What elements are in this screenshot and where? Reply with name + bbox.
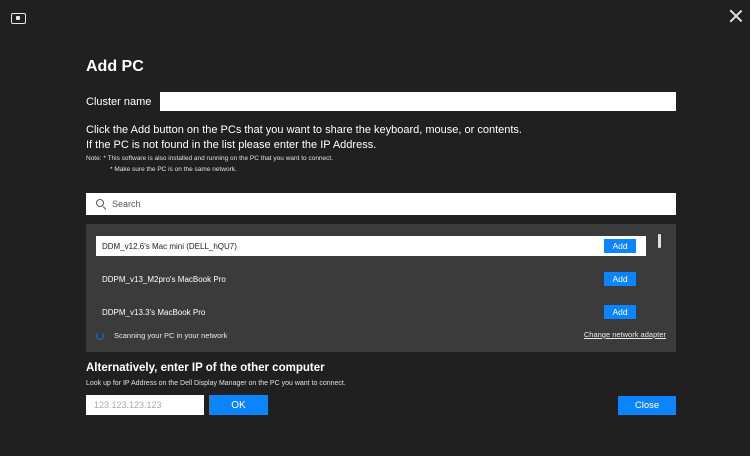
add-button[interactable]: Add [604, 305, 636, 319]
scrollbar[interactable] [658, 234, 661, 248]
scan-status: Scanning your PC in your network [96, 331, 227, 340]
instruction-line-2: If the PC is not found in the list pleas… [86, 139, 377, 151]
monitor-icon [11, 13, 26, 24]
change-network-adapter-link[interactable]: Change network adapter [584, 330, 666, 339]
page-title: Add PC [86, 58, 144, 75]
ok-button[interactable]: OK [209, 395, 268, 415]
loading-spinner-icon [96, 331, 104, 340]
cluster-name-label: Cluster name [86, 96, 152, 108]
list-item[interactable]: DDM_v12.6's Mac mini (DELL_hQU7) Add [96, 236, 646, 256]
search-input[interactable]: Search [86, 193, 676, 215]
pc-name: DDPM_v13_M2pro's MacBook Pro [102, 274, 226, 284]
search-placeholder: Search [112, 199, 141, 209]
list-item[interactable]: DDPM_v13_M2pro's MacBook Pro Add [96, 269, 646, 289]
pc-list: DDM_v12.6's Mac mini (DELL_hQU7) Add DDP… [86, 224, 676, 352]
alternative-title: Alternatively, enter IP of the other com… [86, 362, 325, 374]
note-line-2: * Make sure the PC is on the same networ… [110, 166, 237, 173]
add-button[interactable]: Add [604, 272, 636, 286]
cluster-name-input[interactable] [160, 92, 676, 111]
pc-name: DDM_v12.6's Mac mini (DELL_hQU7) [102, 241, 237, 251]
instruction-line-1: Click the Add button on the PCs that you… [86, 124, 522, 136]
pc-name: DDPM_v13.3's MacBook Pro [102, 307, 206, 317]
alternative-description: Look up for IP Address on the Dell Displ… [86, 380, 346, 387]
close-button[interactable]: Close [618, 396, 676, 415]
close-icon[interactable] [728, 8, 744, 24]
ip-address-input[interactable] [86, 395, 204, 415]
scan-status-text: Scanning your PC in your network [114, 331, 228, 340]
note-line-1: Note: * This software is also installed … [86, 155, 334, 162]
list-item[interactable]: DDPM_v13.3's MacBook Pro Add [96, 302, 646, 322]
search-icon [96, 199, 106, 209]
add-button[interactable]: Add [604, 239, 636, 253]
